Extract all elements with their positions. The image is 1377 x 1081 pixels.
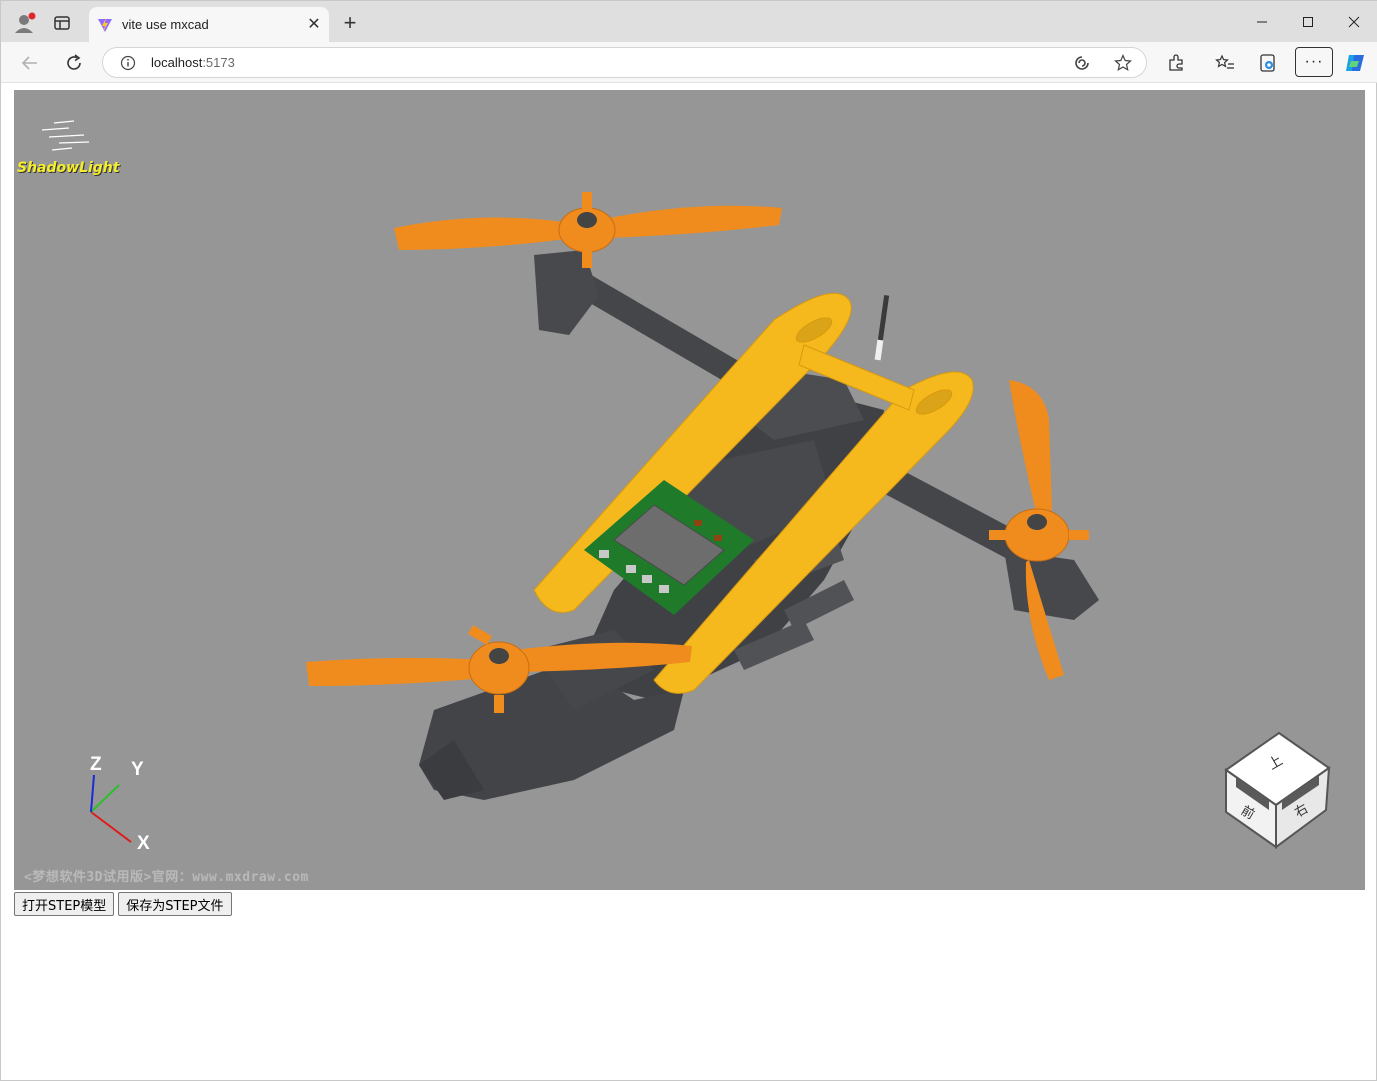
tab-actions-button[interactable] — [48, 9, 76, 37]
extensions-button[interactable] — [1161, 48, 1191, 78]
url-port: :5173 — [202, 55, 235, 70]
new-tab-button[interactable]: + — [337, 10, 363, 36]
profile-icon — [15, 12, 36, 33]
tab-title: vite use mxcad — [122, 17, 209, 32]
close-window-button[interactable] — [1331, 1, 1377, 42]
axis-y-label: Y — [131, 759, 144, 780]
browser-window: vite use mxcad ✕ + localhost:5173 ··· Sh… — [0, 0, 1377, 1081]
save-step-button[interactable]: 保存为STEP文件 — [118, 892, 232, 916]
propeller-front-right — [989, 380, 1089, 680]
copilot-icon — [1346, 55, 1364, 71]
tab-active[interactable]: vite use mxcad ✕ — [89, 7, 329, 42]
address-bar[interactable]: localhost:5173 — [102, 47, 1147, 78]
site-info-icon[interactable] — [120, 55, 136, 71]
minimize-icon — [1257, 21, 1267, 22]
copilot-button[interactable] — [1340, 48, 1370, 78]
url-text[interactable]: localhost:5173 — [151, 55, 235, 70]
tab-strip: vite use mxcad ✕ + — [1, 1, 1377, 42]
profile-button[interactable] — [11, 9, 39, 37]
collections-icon — [1260, 54, 1275, 72]
drone-body — [419, 250, 1099, 800]
open-step-button[interactable]: 打开STEP模型 — [14, 892, 115, 916]
tab-close-icon[interactable]: ✕ — [305, 15, 323, 33]
tab-actions-icon — [54, 16, 70, 30]
drone-model[interactable] — [14, 90, 1365, 890]
navigation-bar: localhost:5173 ··· — [1, 42, 1377, 83]
maximize-button[interactable] — [1285, 1, 1331, 42]
back-button[interactable] — [15, 48, 45, 78]
url-host: localhost — [151, 55, 203, 70]
cad-viewport[interactable]: ShadowLight Z Y X 上 前 右 <梦想软件3D试用版>官网：ww… — [14, 90, 1365, 890]
shadowlight-logo: ShadowLight — [17, 160, 120, 176]
action-button-row: 打开STEP模型 保存为STEP文件 — [14, 892, 232, 916]
reload-button[interactable] — [59, 48, 89, 78]
reload-icon — [67, 54, 81, 70]
vite-icon — [98, 18, 112, 32]
favorites-button[interactable] — [1210, 48, 1240, 78]
back-arrow-icon — [21, 56, 37, 70]
axis-triad-icon — [90, 774, 132, 843]
propeller-back-left — [394, 192, 782, 268]
axis-z-label: Z — [90, 754, 102, 775]
favorites-list-icon — [1215, 54, 1234, 69]
read-aloud-icon[interactable] — [1073, 54, 1091, 72]
maximize-icon — [1303, 16, 1313, 27]
extensions-icon — [1169, 54, 1183, 71]
watermark-text: <梦想软件3D试用版>官网：www.mxdraw.com — [24, 870, 309, 885]
settings-more-button[interactable]: ··· — [1295, 47, 1333, 77]
axis-x-label: X — [137, 833, 150, 854]
minimize-button[interactable] — [1239, 1, 1285, 42]
shadowlight-logo-icon — [41, 120, 90, 151]
close-icon — [1348, 16, 1360, 27]
view-cube[interactable] — [1224, 731, 1331, 849]
collections-button[interactable] — [1253, 48, 1283, 78]
favorite-star-icon[interactable] — [1114, 54, 1132, 72]
